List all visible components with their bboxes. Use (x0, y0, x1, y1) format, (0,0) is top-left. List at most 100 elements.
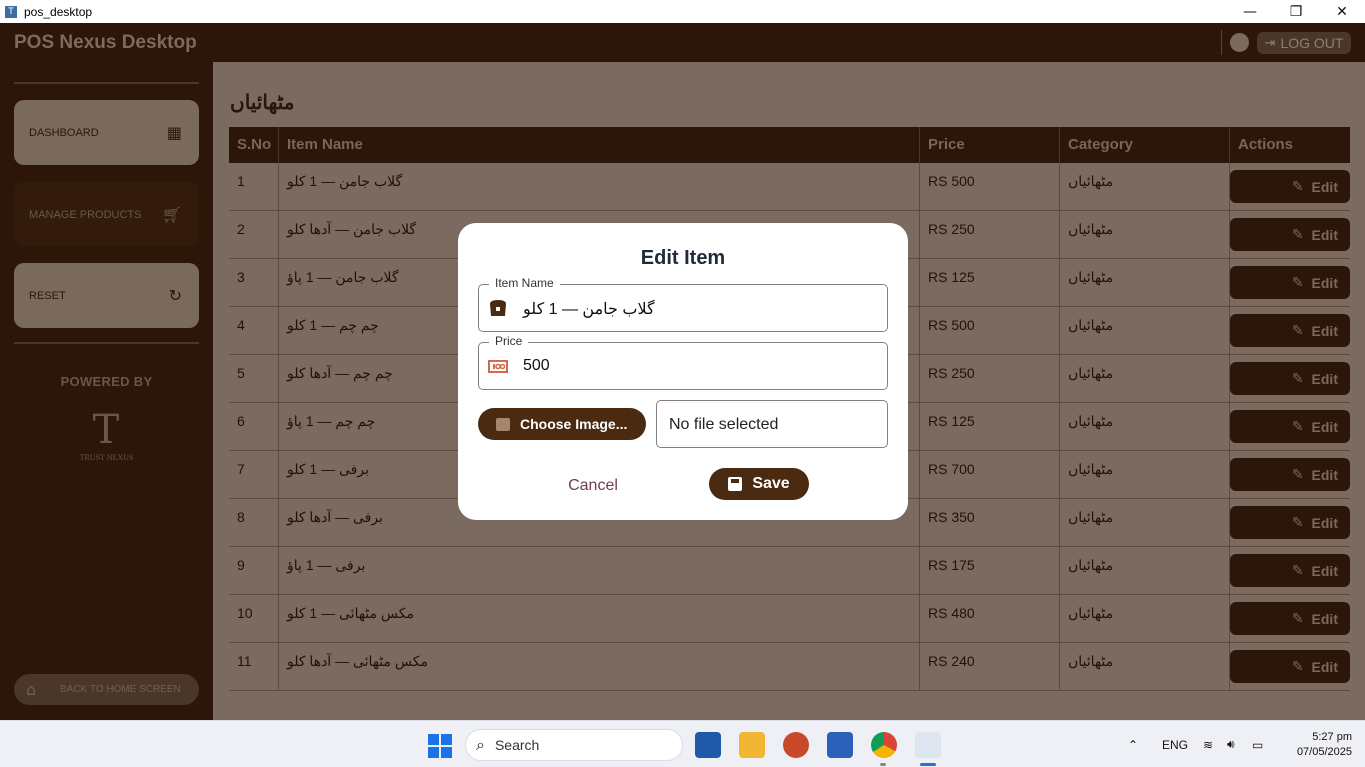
sidebar-item-label: MANAGE PRODUCTS (29, 208, 142, 221)
cell-actions: ✎ Edit (1230, 259, 1350, 307)
sidebar-item-manage-products[interactable]: MANAGE PRODUCTS 🛒︎ (14, 182, 199, 247)
cell-category: مٹھائیاں (1060, 595, 1230, 643)
table-row: 1 گلاب جامن — 1 کلو RS 500 مٹھائیاں ✎ Edit (229, 163, 1350, 211)
col-item-name: Item Name (279, 127, 920, 163)
sidebar-item-reset[interactable]: RESET ↻ (14, 263, 199, 328)
item-name-field[interactable]: Item Name گلاب جامن — 1 کلو (478, 276, 888, 332)
cell-category: مٹھائیاں (1060, 547, 1230, 595)
volume-icon[interactable]: 🔊︎ (1227, 721, 1235, 767)
cell-category: مٹھائیاں (1060, 259, 1230, 307)
edit-label: Edit (1311, 226, 1338, 243)
tray-chevron-icon[interactable]: ⌃ (1128, 721, 1138, 767)
cart-icon: 🛒︎ (161, 205, 182, 224)
logout-button[interactable]: ⇥ LOG OUT (1257, 32, 1351, 54)
edit-button[interactable]: ✎ Edit (1230, 266, 1350, 299)
cell-price: RS 125 (920, 403, 1060, 451)
powered-by-label: POWERED BY (60, 374, 153, 389)
page-title: مٹھائیاں (230, 92, 295, 114)
clock-date: 07/05/2025 (1296, 746, 1352, 758)
back-home-button[interactable]: ⌂ BACK TO HOME SCREEN (14, 674, 199, 705)
cell-price: RS 700 (920, 451, 1060, 499)
edit-button[interactable]: ✎ Edit (1230, 506, 1350, 539)
edit-button[interactable]: ✎ Edit (1230, 314, 1350, 347)
search-icon: ⌕ (476, 735, 485, 754)
user-icon[interactable] (1230, 33, 1249, 52)
edit-button[interactable]: ✎ Edit (1230, 650, 1350, 683)
pencil-icon: ✎ (1291, 610, 1304, 627)
edit-button[interactable]: ✎ Edit (1230, 170, 1350, 203)
refresh-icon: ↻ (168, 286, 182, 305)
language-indicator[interactable]: ENG (1162, 721, 1188, 767)
cell-sno: 5 (229, 355, 279, 403)
cell-sno: 3 (229, 259, 279, 307)
taskbar-clock[interactable]: 5:27 pm 07/05/2025 (1297, 730, 1352, 760)
save-label: Save (752, 475, 790, 492)
choose-image-button[interactable]: Choose Image... (478, 408, 646, 440)
cell-price: RS 125 (920, 259, 1060, 307)
chrome-icon[interactable] (871, 732, 897, 758)
powerpoint-icon[interactable] (783, 732, 809, 758)
cell-actions: ✎ Edit (1230, 403, 1350, 451)
pencil-icon: ✎ (1291, 226, 1304, 243)
running-indicator (880, 763, 886, 766)
cell-actions: ✎ Edit (1230, 547, 1350, 595)
edit-label: Edit (1311, 514, 1338, 531)
edit-label: Edit (1311, 418, 1338, 435)
edit-button[interactable]: ✎ Edit (1230, 410, 1350, 443)
edit-button[interactable]: ✎ Edit (1230, 458, 1350, 491)
cell-category: مٹھائیاں (1060, 499, 1230, 547)
image-icon (496, 417, 510, 431)
col-price: Price (920, 127, 1060, 163)
edit-button[interactable]: ✎ Edit (1230, 362, 1350, 395)
cell-sno: 8 (229, 499, 279, 547)
price-input[interactable]: 500 (523, 357, 550, 375)
cell-item-name: مکس مٹھائی — آدھا کلو (279, 643, 920, 691)
edit-label: Edit (1311, 658, 1338, 675)
pos-app-icon[interactable] (915, 732, 941, 758)
cell-item-name: برفی — 1 پاؤ (279, 547, 920, 595)
taskbar-search[interactable]: ⌕ Search (465, 729, 683, 761)
window-title: pos_desktop (24, 4, 93, 19)
maximize-icon[interactable]: ❐ (1273, 0, 1319, 23)
battery-icon[interactable]: ▭ (1252, 721, 1263, 767)
cell-actions: ✎ Edit (1230, 163, 1350, 211)
edit-button[interactable]: ✎ Edit (1230, 554, 1350, 587)
edit-label: Edit (1311, 466, 1338, 483)
edit-button[interactable]: ✎ Edit (1230, 218, 1350, 251)
pencil-icon: ✎ (1291, 514, 1304, 531)
cell-price: RS 350 (920, 499, 1060, 547)
cell-sno: 11 (229, 643, 279, 691)
cell-sno: 9 (229, 547, 279, 595)
table-row: 9 برفی — 1 پاؤ RS 175 مٹھائیاں ✎ Edit (229, 547, 1350, 595)
cell-sno: 4 (229, 307, 279, 355)
cell-price: RS 250 (920, 211, 1060, 259)
sidebar-item-dashboard[interactable]: DASHBOARD ▦ (14, 100, 199, 165)
close-icon[interactable]: ✕ (1319, 0, 1365, 23)
cell-sno: 6 (229, 403, 279, 451)
edit-button[interactable]: ✎ Edit (1230, 602, 1350, 635)
table-row: 10 مکس مٹھائی — 1 کلو RS 480 مٹھائیاں ✎ Edit (229, 595, 1350, 643)
wifi-icon[interactable]: ≋ (1203, 721, 1213, 767)
price-label: Price (489, 334, 529, 348)
cell-category: مٹھائیاں (1060, 403, 1230, 451)
save-button[interactable]: Save (709, 468, 809, 500)
home-icon: ⌂ (26, 679, 37, 699)
edit-label: Edit (1311, 610, 1338, 627)
store-icon[interactable] (695, 732, 721, 758)
edit-label: Edit (1311, 562, 1338, 579)
minimize-icon[interactable]: — (1227, 0, 1273, 23)
pencil-icon: ✎ (1291, 466, 1304, 483)
app-brand: POS Nexus Desktop (14, 32, 197, 53)
cancel-button[interactable]: Cancel (554, 473, 632, 499)
back-home-label: BACK TO HOME SCREEN (60, 684, 181, 695)
word-icon[interactable] (827, 732, 853, 758)
file-explorer-icon[interactable] (739, 732, 765, 758)
edit-item-dialog: Edit Item Item Name گلاب جامن — 1 کلو Pr… (458, 223, 908, 520)
col-actions: Actions (1238, 136, 1294, 153)
item-name-input[interactable]: گلاب جامن — 1 کلو (523, 299, 655, 319)
dashboard-icon: ▦ (166, 123, 182, 142)
cell-category: مٹھائیاں (1060, 451, 1230, 499)
windows-start-icon[interactable] (428, 732, 454, 758)
price-field[interactable]: Price 500 (478, 334, 888, 390)
clock-time: 5:27 pm (1312, 731, 1352, 743)
